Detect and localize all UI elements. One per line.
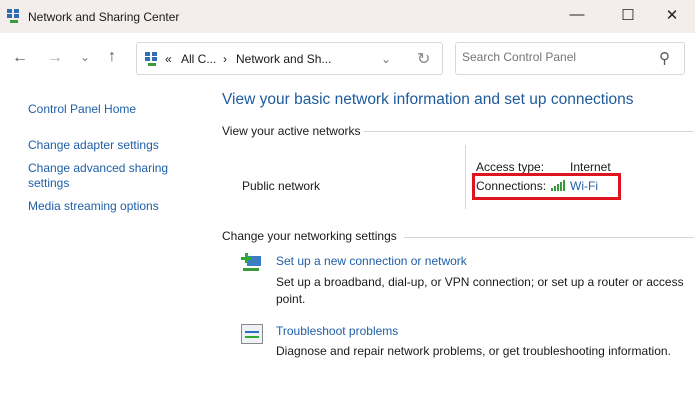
window-title: Network and Sharing Center <box>28 10 180 24</box>
access-type-value: Internet <box>570 160 611 174</box>
search-input[interactable] <box>462 50 642 64</box>
title-bar: Network and Sharing Center — ☐ ✕ <box>0 0 695 33</box>
change-settings-label: Change your networking settings <box>222 229 397 243</box>
sidebar-media-streaming[interactable]: Media streaming options <box>28 199 159 213</box>
address-dropdown-button[interactable]: ⌄ <box>381 52 391 66</box>
highlight-box <box>472 173 621 200</box>
breadcrumb-separator[interactable]: › <box>223 52 227 66</box>
setup-connection-link[interactable]: Set up a new connection or network <box>276 254 467 268</box>
up-button[interactable]: ↑ <box>108 48 116 66</box>
address-bar[interactable]: « All C... › Network and Sh... ⌄ ↻ <box>136 42 443 75</box>
access-type-label: Access type: <box>476 160 545 174</box>
search-box[interactable]: ⚲ <box>455 42 685 75</box>
back-button[interactable]: ← <box>12 49 28 67</box>
sidebar-change-adapter-settings[interactable]: Change adapter settings <box>28 138 159 152</box>
refresh-icon[interactable]: ↻ <box>417 49 430 69</box>
maximize-button[interactable]: ☐ <box>616 6 640 26</box>
divider <box>404 237 694 238</box>
setup-connection-description: Set up a broadband, dial-up, or VPN conn… <box>276 275 684 306</box>
search-icon[interactable]: ⚲ <box>659 49 670 67</box>
new-connection-icon <box>241 253 263 273</box>
troubleshoot-link[interactable]: Troubleshoot problems <box>276 324 398 338</box>
sidebar-change-advanced-sharing[interactable]: Change advanced sharing settings <box>28 161 178 191</box>
sidebar-control-panel-home[interactable]: Control Panel Home <box>28 102 136 116</box>
minimize-button[interactable]: — <box>565 6 589 26</box>
close-button[interactable]: ✕ <box>660 6 684 26</box>
breadcrumb-network-sharing[interactable]: Network and Sh... <box>236 52 331 66</box>
active-networks-label: View your active networks <box>222 124 361 138</box>
troubleshoot-icon <box>241 324 263 344</box>
recent-locations-button[interactable]: ⌄ <box>80 50 90 64</box>
network-name: Public network <box>242 179 321 193</box>
control-panel-icon <box>145 52 159 66</box>
page-heading: View your basic network information and … <box>222 91 634 108</box>
breadcrumb-all-control-panel[interactable]: All C... <box>181 52 216 66</box>
overflow-chevron[interactable]: « <box>165 52 172 66</box>
network-center-icon <box>7 9 21 23</box>
forward-button[interactable]: → <box>47 49 63 67</box>
divider <box>364 131 694 132</box>
troubleshoot-description: Diagnose and repair network problems, or… <box>276 344 671 358</box>
divider <box>465 145 466 209</box>
